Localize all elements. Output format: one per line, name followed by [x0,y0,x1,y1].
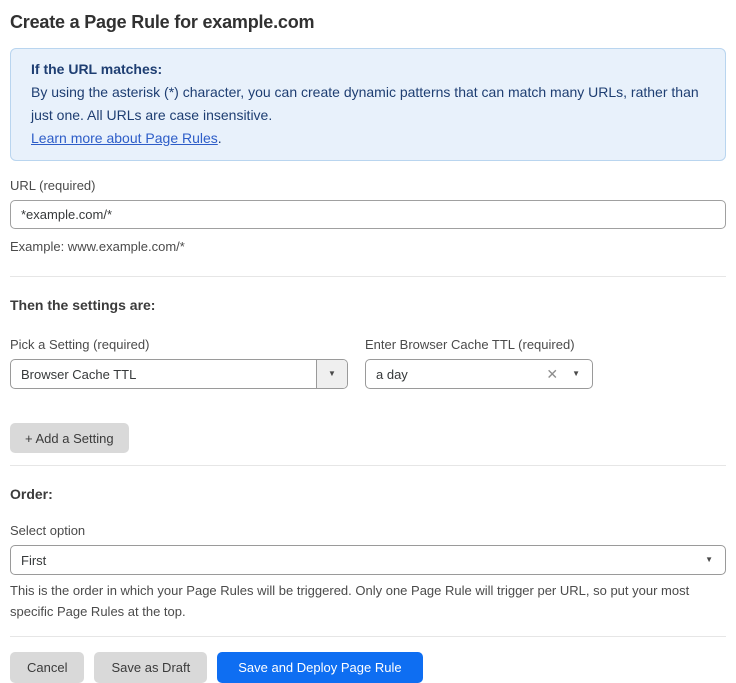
settings-labels-row: Pick a Setting (required) Enter Browser … [10,337,726,352]
order-select-label: Select option [10,523,726,538]
save-draft-button[interactable]: Save as Draft [94,652,207,683]
ttl-select-value: a day [366,367,408,382]
settings-row: Browser Cache TTL ▼ a day ✕ ▼ [10,359,726,389]
ttl-picker-label: Enter Browser Cache TTL (required) [365,337,575,352]
save-deploy-button[interactable]: Save and Deploy Page Rule [217,652,422,683]
page-title: Create a Page Rule for example.com [10,12,726,33]
chevron-down-icon: ▼ [572,370,580,378]
order-helper-text: This is the order in which your Page Rul… [10,580,720,622]
create-page-rule-form: Create a Page Rule for example.com If th… [0,0,736,683]
setting-select[interactable]: Browser Cache TTL ▼ [10,359,348,389]
order-section-heading: Order: [10,486,726,502]
clear-icon[interactable]: ✕ [546,367,558,381]
divider [10,465,726,466]
setting-picker-label: Pick a Setting (required) [10,337,365,352]
info-box-body: By using the asterisk (*) character, you… [31,81,705,150]
url-field-label: URL (required) [10,178,726,193]
form-actions: Cancel Save as Draft Save and Deploy Pag… [10,652,726,683]
learn-more-link[interactable]: Learn more about Page Rules [31,130,218,146]
divider [10,276,726,277]
info-box-link-line: Learn more about Page Rules. [31,130,222,146]
link-period: . [218,130,222,146]
settings-section-heading: Then the settings are: [10,297,726,313]
ttl-select-icons: ✕ ▼ [546,367,592,381]
order-select-value: First [11,553,46,568]
divider [10,636,726,637]
setting-select-value: Browser Cache TTL [11,367,136,382]
url-match-info-box: If the URL matches: By using the asteris… [10,48,726,161]
info-box-heading: If the URL matches: [31,58,705,81]
cancel-button[interactable]: Cancel [10,652,84,683]
chevron-down-icon: ▼ [705,556,713,564]
add-setting-button[interactable]: + Add a Setting [10,423,129,453]
ttl-select[interactable]: a day ✕ ▼ [365,359,593,389]
chevron-down-icon: ▼ [328,370,336,378]
setting-select-arrow-segment[interactable]: ▼ [316,360,347,388]
url-input[interactable] [10,200,726,229]
order-select[interactable]: First ▼ [10,545,726,575]
url-example-helper: Example: www.example.com/* [10,236,726,257]
